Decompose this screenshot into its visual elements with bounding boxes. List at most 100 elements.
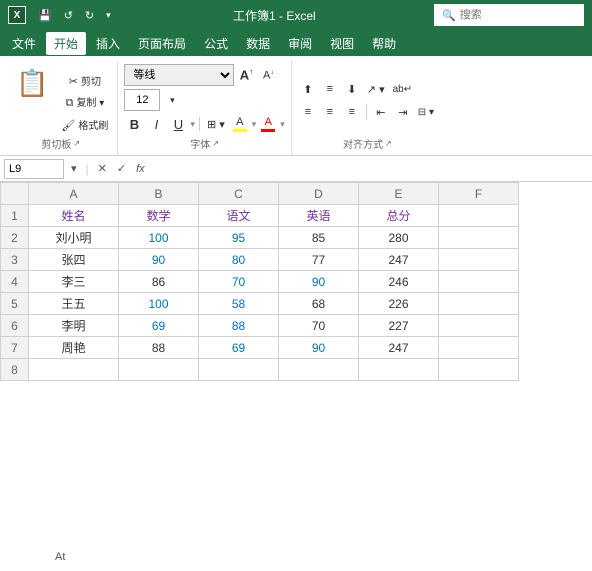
row-num-3[interactable]: 3 xyxy=(1,249,29,271)
formula-bar-dropdown[interactable]: ▾ xyxy=(68,162,80,175)
undo-button[interactable]: ↺ xyxy=(60,7,77,24)
cell[interactable]: 100 xyxy=(119,227,199,249)
cell[interactable]: 90 xyxy=(279,337,359,359)
cell[interactable] xyxy=(439,227,519,249)
cell[interactable]: 王五 xyxy=(29,293,119,315)
cell[interactable]: 张四 xyxy=(29,249,119,271)
cell[interactable]: 86 xyxy=(119,271,199,293)
cell[interactable]: 247 xyxy=(359,337,439,359)
underline-button[interactable]: U xyxy=(168,114,188,134)
col-header-d[interactable]: D xyxy=(279,183,359,205)
cell[interactable]: 李明 xyxy=(29,315,119,337)
col-header-c[interactable]: C xyxy=(199,183,279,205)
spreadsheet-container[interactable]: A B C D E F 1姓名数学语文英语总分2刘小明10095852803张四… xyxy=(0,182,592,571)
cell[interactable] xyxy=(29,359,119,381)
font-color-button[interactable]: A xyxy=(258,114,278,134)
cell[interactable]: 226 xyxy=(359,293,439,315)
cell-reference-box[interactable]: L9 xyxy=(4,159,64,179)
cell[interactable]: 90 xyxy=(119,249,199,271)
cell[interactable]: 247 xyxy=(359,249,439,271)
rotate-text-button[interactable]: ↗ ▾ xyxy=(364,79,388,99)
cell[interactable]: 88 xyxy=(199,315,279,337)
cancel-formula-button[interactable]: ✕ xyxy=(95,162,110,175)
cell[interactable] xyxy=(439,293,519,315)
paste-button[interactable]: 📋 xyxy=(10,66,54,100)
align-middle-button[interactable]: ≡ xyxy=(320,79,340,99)
copy-button[interactable]: ⧉ 复制 ▾ xyxy=(58,92,111,112)
font-size-dropdown[interactable]: ▾ xyxy=(162,90,182,110)
cell[interactable] xyxy=(119,359,199,381)
cut-button[interactable]: ✂ 剪切 xyxy=(58,70,111,90)
cell[interactable]: 246 xyxy=(359,271,439,293)
cell[interactable]: 280 xyxy=(359,227,439,249)
cell[interactable]: 100 xyxy=(119,293,199,315)
menu-file[interactable]: 文件 xyxy=(4,32,44,55)
col-header-e[interactable]: E xyxy=(359,183,439,205)
increase-font-button[interactable]: A↑ xyxy=(236,65,256,85)
font-selector[interactable]: 等线 xyxy=(124,64,234,86)
cell[interactable]: 80 xyxy=(199,249,279,271)
cell[interactable] xyxy=(199,359,279,381)
row-num-4[interactable]: 4 xyxy=(1,271,29,293)
row-num-2[interactable]: 2 xyxy=(1,227,29,249)
cell[interactable]: 90 xyxy=(279,271,359,293)
cell[interactable]: 227 xyxy=(359,315,439,337)
row-num-7[interactable]: 7 xyxy=(1,337,29,359)
cell[interactable] xyxy=(359,359,439,381)
cell[interactable]: 69 xyxy=(199,337,279,359)
merge-button[interactable]: ⊟ ▾ xyxy=(415,102,437,122)
align-top-button[interactable]: ⬆ xyxy=(298,79,318,99)
cell[interactable]: 语文 xyxy=(199,205,279,227)
decrease-indent-button[interactable]: ⇤ xyxy=(371,102,391,122)
col-header-a[interactable]: A xyxy=(29,183,119,205)
col-header-f[interactable]: F xyxy=(439,183,519,205)
menu-formula[interactable]: 公式 xyxy=(196,32,236,55)
row-num-6[interactable]: 6 xyxy=(1,315,29,337)
fill-dropdown[interactable]: ▾ xyxy=(252,119,257,130)
cell[interactable]: 68 xyxy=(279,293,359,315)
confirm-formula-button[interactable]: ✓ xyxy=(114,162,129,175)
redo-button[interactable]: ↻ xyxy=(81,7,98,24)
cell[interactable]: 英语 xyxy=(279,205,359,227)
fill-color-button[interactable]: A xyxy=(230,114,250,134)
cell[interactable]: 总分 xyxy=(359,205,439,227)
cell[interactable]: 70 xyxy=(199,271,279,293)
cell[interactable]: 数学 xyxy=(119,205,199,227)
cell[interactable]: 70 xyxy=(279,315,359,337)
cell[interactable] xyxy=(439,337,519,359)
cell[interactable]: 刘小明 xyxy=(29,227,119,249)
font-color-dropdown[interactable]: ▾ xyxy=(280,119,285,130)
font-expand-icon[interactable]: ↗ xyxy=(212,139,219,148)
save-button[interactable]: 💾 xyxy=(34,7,56,24)
formula-input[interactable] xyxy=(152,159,588,179)
align-right-button[interactable]: ≡ xyxy=(342,102,362,122)
cell[interactable] xyxy=(439,249,519,271)
row-num-8[interactable]: 8 xyxy=(1,359,29,381)
align-left-button[interactable]: ≡ xyxy=(298,102,318,122)
cell[interactable]: 69 xyxy=(119,315,199,337)
italic-button[interactable]: I xyxy=(146,114,166,134)
insert-function-button[interactable]: fx xyxy=(133,163,148,175)
increase-indent-button[interactable]: ⇥ xyxy=(393,102,413,122)
cell[interactable] xyxy=(439,205,519,227)
align-center-button[interactable]: ≡ xyxy=(320,102,340,122)
align-bottom-button[interactable]: ⬇ xyxy=(342,79,362,99)
search-input[interactable] xyxy=(460,9,560,21)
cell[interactable] xyxy=(439,359,519,381)
menu-help[interactable]: 帮助 xyxy=(364,32,404,55)
col-header-b[interactable]: B xyxy=(119,183,199,205)
cell[interactable]: 95 xyxy=(199,227,279,249)
clipboard-expand-icon[interactable]: ↗ xyxy=(73,139,80,148)
menu-view[interactable]: 视图 xyxy=(322,32,362,55)
cell[interactable]: 姓名 xyxy=(29,205,119,227)
menu-review[interactable]: 审阅 xyxy=(280,32,320,55)
cell[interactable]: 周艳 xyxy=(29,337,119,359)
font-size-input[interactable] xyxy=(124,89,160,111)
menu-home[interactable]: 开始 xyxy=(46,32,86,55)
cell[interactable]: 58 xyxy=(199,293,279,315)
cell[interactable] xyxy=(439,315,519,337)
cell[interactable]: 85 xyxy=(279,227,359,249)
menu-data[interactable]: 数据 xyxy=(238,32,278,55)
align-expand-icon[interactable]: ↗ xyxy=(385,139,392,148)
bold-button[interactable]: B xyxy=(124,114,144,134)
